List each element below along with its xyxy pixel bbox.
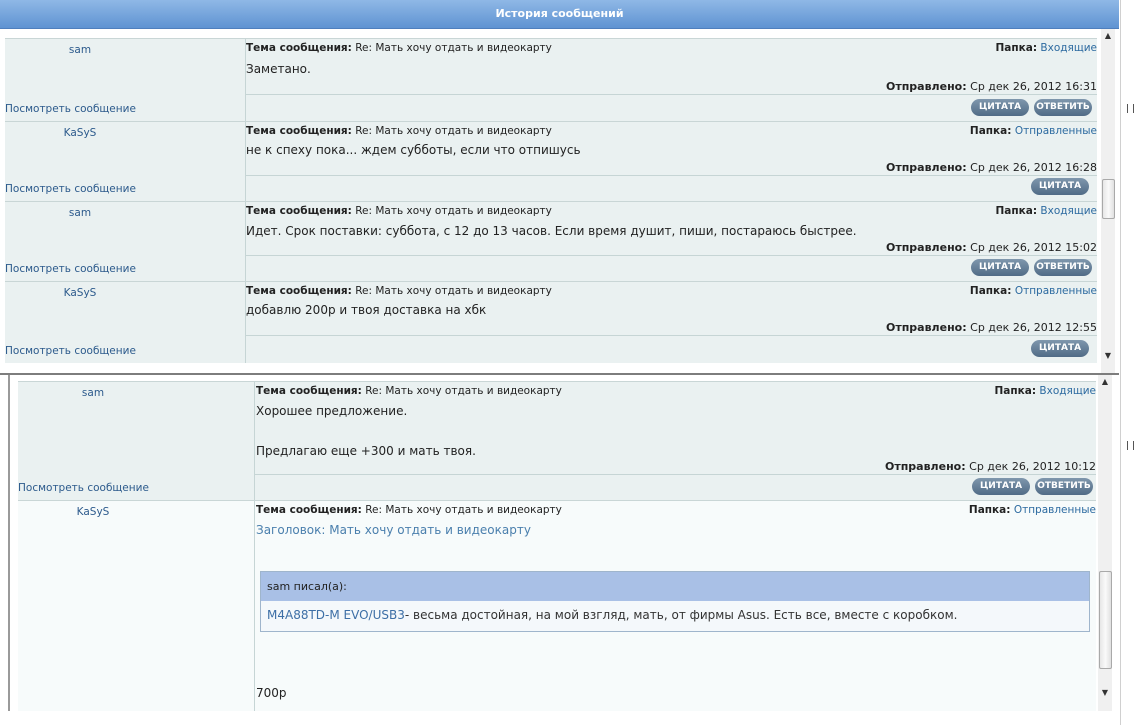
message-author[interactable]: KaSyS	[5, 282, 155, 299]
message-subject: Тема сообщения: Re: Мать хочу отдать и в…	[246, 42, 552, 54]
message-row: KaSyS Тема сообщения: Re: Мать хочу отда…	[18, 500, 1096, 711]
scroll-up-icon[interactable]: ▲	[1100, 377, 1110, 387]
quote-block: sam писал(а): M4A88TD-M EVO/USB3- весьма…	[260, 571, 1090, 632]
message-folder: Папка: Входящие	[995, 42, 1097, 54]
folder-link[interactable]: Входящие	[1040, 42, 1097, 54]
scroll-thumb[interactable]	[1102, 179, 1115, 219]
message-body: Идет. Срок поставки: суббота, с 12 до 13…	[246, 224, 857, 238]
message-folder: Папка: Отправленные	[969, 125, 1097, 137]
message-folder: Папка: Отправленные	[969, 285, 1097, 297]
scroll-down-icon[interactable]: ▼	[1103, 351, 1113, 361]
quote-text: M4A88TD-M EVO/USB3- весьма достойная, на…	[267, 608, 958, 622]
message-row: sam Тема сообщения: Re: Мать хочу отдать…	[18, 381, 1096, 500]
reply-button[interactable]: ОТВЕТИТЬ	[1035, 478, 1093, 495]
quote-author: sam писал(а):	[261, 572, 1089, 601]
message-author[interactable]: KaSyS	[18, 501, 168, 518]
reply-button[interactable]: ОТВЕТИТЬ	[1034, 99, 1092, 116]
quote-button[interactable]: ЦИТАТА	[972, 478, 1030, 495]
message-row: KaSyS Тема сообщения: Re: Мать хочу отда…	[5, 121, 1097, 201]
message-folder: Папка: Отправленные	[968, 504, 1096, 516]
view-message-link[interactable]: Посмотреть сообщение	[5, 183, 136, 195]
quote-link[interactable]: M4A88TD-M EVO/USB3	[267, 608, 405, 622]
message-body: Заметано.	[246, 62, 311, 76]
view-message-link[interactable]: Посмотреть сообщение	[18, 482, 149, 494]
view-message-link[interactable]: Посмотреть сообщение	[5, 263, 136, 275]
splitter-grip-icon[interactable]	[1127, 441, 1134, 450]
message-subject: Тема сообщения: Re: Мать хочу отдать и в…	[246, 205, 552, 217]
splitter-grip-icon[interactable]	[1127, 104, 1134, 113]
message-sent: Отправлено: Ср дек 26, 2012 15:02	[885, 241, 1097, 254]
message-body: не к спеху пока... ждем субботы, если чт…	[246, 143, 581, 157]
message-body: добавлю 200р и твоя доставка на хбк	[246, 303, 487, 317]
message-heading: Заголовок: Мать хочу отдать и видеокарту	[256, 523, 531, 537]
message-subject: Тема сообщения: Re: Мать хочу отдать и в…	[256, 385, 562, 397]
message-author[interactable]: sam	[5, 39, 155, 56]
outer-window-edge	[1120, 0, 1141, 725]
message-sent: Отправлено: Ср дек 26, 2012 12:55	[885, 321, 1097, 334]
folder-link[interactable]: Входящие	[1040, 205, 1097, 217]
message-body: 700р	[256, 686, 287, 700]
reply-button[interactable]: ОТВЕТИТЬ	[1034, 259, 1092, 276]
message-row: sam Тема сообщения: Re: Мать хочу отдать…	[5, 38, 1097, 121]
folder-link[interactable]: Отправленные	[1015, 125, 1097, 137]
scroll-down-icon[interactable]: ▼	[1100, 688, 1110, 698]
message-sent: Отправлено: Ср дек 26, 2012 10:12	[884, 460, 1096, 473]
message-folder: Папка: Входящие	[994, 385, 1096, 397]
folder-link[interactable]: Отправленные	[1015, 285, 1097, 297]
top-message-frame: sam Тема сообщения: Re: Мать хочу отдать…	[0, 29, 1119, 375]
view-message-link[interactable]: Посмотреть сообщение	[5, 103, 136, 115]
message-author[interactable]: KaSyS	[5, 122, 155, 139]
quote-button[interactable]: ЦИТАТА	[1031, 178, 1089, 195]
folder-link[interactable]: Входящие	[1039, 385, 1096, 397]
message-subject: Тема сообщения: Re: Мать хочу отдать и в…	[256, 504, 562, 516]
message-author[interactable]: sam	[18, 382, 168, 399]
message-subject: Тема сообщения: Re: Мать хочу отдать и в…	[246, 285, 552, 297]
quote-button[interactable]: ЦИТАТА	[971, 259, 1029, 276]
quote-button[interactable]: ЦИТАТА	[1031, 340, 1089, 357]
window-title: История сообщений	[0, 0, 1119, 29]
folder-link[interactable]: Отправленные	[1014, 504, 1096, 516]
message-folder: Папка: Входящие	[995, 205, 1097, 217]
message-sent: Отправлено: Ср дек 26, 2012 16:31	[885, 80, 1097, 93]
message-body: Хорошее предложение.	[256, 404, 408, 418]
message-row: KaSyS Тема сообщения: Re: Мать хочу отда…	[5, 281, 1097, 363]
message-row: sam Тема сообщения: Re: Мать хочу отдать…	[5, 201, 1097, 281]
view-message-link[interactable]: Посмотреть сообщение	[5, 345, 136, 357]
top-scrollbar[interactable]: ▲ ▼	[1101, 29, 1115, 373]
bottom-scrollbar[interactable]: ▲ ▼	[1098, 375, 1112, 711]
quote-button[interactable]: ЦИТАТА	[971, 99, 1029, 116]
scroll-up-icon[interactable]: ▲	[1103, 31, 1113, 41]
scroll-thumb[interactable]	[1099, 571, 1112, 669]
message-author[interactable]: sam	[5, 202, 155, 219]
message-sent: Отправлено: Ср дек 26, 2012 16:28	[885, 161, 1097, 174]
message-subject: Тема сообщения: Re: Мать хочу отдать и в…	[246, 125, 552, 137]
message-body: Предлагаю еще +300 и мать твоя.	[256, 444, 476, 458]
bottom-message-frame: sam Тема сообщения: Re: Мать хочу отдать…	[8, 375, 1132, 711]
